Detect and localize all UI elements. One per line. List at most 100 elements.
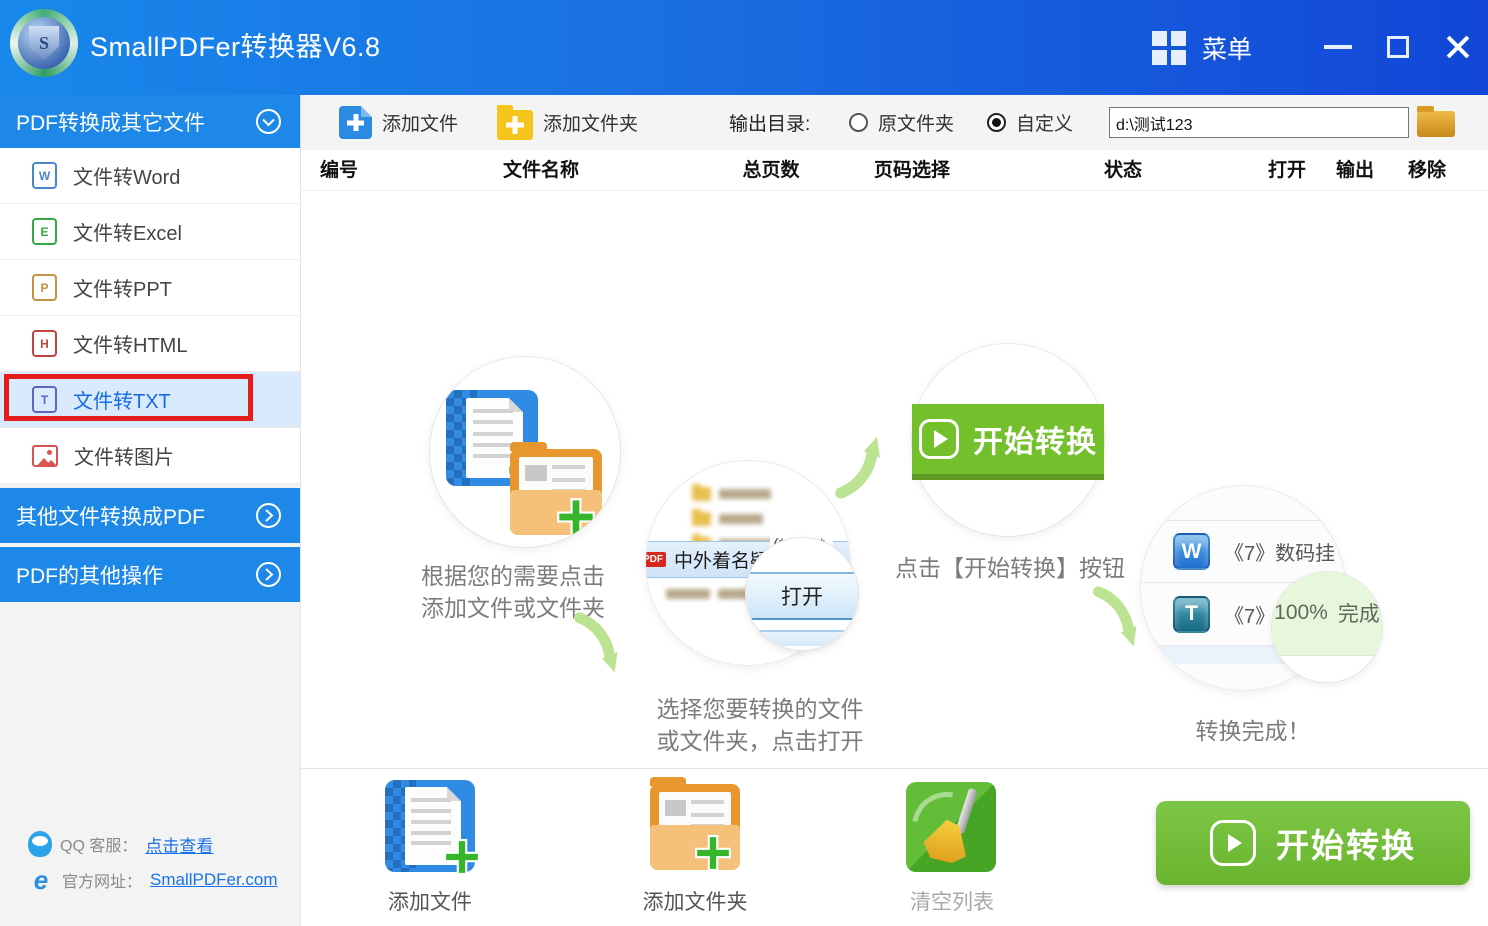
add-folder-big-icon xyxy=(510,449,602,535)
chevron-right-circle-icon xyxy=(255,561,282,588)
sidebar-item-txt[interactable]: T 文件转TXT xyxy=(0,372,300,428)
add-file-button[interactable]: 添加文件 xyxy=(339,95,458,150)
col-number: 编号 xyxy=(320,150,358,191)
sidebar-section-pdf-to-other[interactable]: PDF转换成其它文件 xyxy=(0,95,300,148)
green-plus-icon xyxy=(556,497,596,537)
sidebar-item-label: 文件转HTML xyxy=(73,329,187,358)
folder-icon xyxy=(1417,111,1455,137)
chevron-down-circle-icon xyxy=(255,108,282,135)
sidebar-item-label: 文件转TXT xyxy=(73,385,171,414)
radio-custom[interactable]: 自定义 xyxy=(987,95,1073,150)
progress-zoom-circle: 100% 完成 xyxy=(1272,572,1382,682)
app-title: SmallPDFer转换器V6.8 xyxy=(90,0,381,95)
qq-support-row: QQ 客服： 点击查看 xyxy=(28,831,213,857)
sidebar-item-label: 文件转Word xyxy=(73,161,180,190)
result-row-text: 《7》数码挂 xyxy=(1224,537,1335,566)
green-plus-icon xyxy=(443,838,481,876)
col-output: 输出 xyxy=(1336,150,1374,191)
bottom-add-folder-button[interactable] xyxy=(650,784,740,870)
word-file-icon: W xyxy=(32,162,57,189)
add-file-label: 添加文件 xyxy=(382,109,458,136)
progress-done-label: 完成 xyxy=(1338,598,1380,628)
minimize-button[interactable] xyxy=(1318,26,1358,68)
word-result-icon: W xyxy=(1173,533,1210,570)
sidebar-item-word[interactable]: W 文件转Word xyxy=(0,148,300,204)
step1-caption-line1: 根据您的需要点击 xyxy=(421,557,605,591)
green-arrow-up-right-icon xyxy=(826,424,900,500)
ie-browser-icon: e xyxy=(28,867,54,893)
green-plus-icon xyxy=(694,834,732,872)
maximize-icon xyxy=(1387,36,1409,58)
grid-icon xyxy=(1152,31,1186,65)
tutorial-step3-circle: 开始转换 xyxy=(912,344,1104,536)
app-window: S SmallPDFer转换器V6.8 菜单 PDF转换成其它文件 W 文件转W… xyxy=(0,0,1488,926)
sidebar-item-excel[interactable]: E 文件转Excel xyxy=(0,204,300,260)
progress-row: 100% 完成 xyxy=(1272,572,1382,656)
radio-original-folder[interactable]: 原文件夹 xyxy=(849,95,954,150)
close-button[interactable] xyxy=(1438,26,1478,68)
sidebar-item-html[interactable]: H 文件转HTML xyxy=(0,316,300,372)
radio-unselected-icon xyxy=(849,113,868,132)
radio-original-label: 原文件夹 xyxy=(878,109,954,136)
sidebar-item-label: 文件转PPT xyxy=(73,273,172,302)
menu-button[interactable]: 菜单 xyxy=(1152,26,1252,70)
browse-folder-button[interactable] xyxy=(1417,107,1455,137)
open-button-zoom-circle: 打开 xyxy=(746,538,858,650)
clear-list-button[interactable] xyxy=(906,782,996,872)
sidebar-item-image[interactable]: 文件转图片 xyxy=(0,428,300,484)
add-folder-button[interactable]: 添加文件夹 xyxy=(497,95,638,150)
sidebar-item-label: 文件转Excel xyxy=(73,217,182,246)
menu-label: 菜单 xyxy=(1202,30,1252,66)
bottom-add-file-button[interactable] xyxy=(385,780,475,872)
sidebar-section-label: PDF的其他操作 xyxy=(16,560,163,590)
site-link[interactable]: SmallPDFer.com xyxy=(150,870,278,890)
ppt-file-icon: P xyxy=(32,274,57,301)
maximize-button[interactable] xyxy=(1378,26,1418,68)
txt-result-icon: T xyxy=(1173,596,1210,633)
sidebar-section-label: 其他文件转换成PDF xyxy=(16,501,205,531)
sidebar: PDF转换成其它文件 W 文件转Word E 文件转Excel P 文件转PPT… xyxy=(0,95,300,926)
col-open: 打开 xyxy=(1268,150,1306,191)
toolbar: 添加文件 添加文件夹 输出目录: 原文件夹 自定义 xyxy=(300,95,1488,150)
excel-file-icon: E xyxy=(32,218,57,245)
start-convert-banner: 开始转换 xyxy=(912,404,1104,474)
sidebar-section-other-to-pdf[interactable]: 其他文件转换成PDF xyxy=(0,488,300,543)
start-convert-label: 开始转换 xyxy=(1276,819,1416,867)
step3-caption: 点击【开始转换】按钮 xyxy=(895,549,1125,583)
radio-selected-icon xyxy=(987,113,1006,132)
green-arrow-down-right-icon xyxy=(562,612,640,684)
sidebar-item-ppt[interactable]: P 文件转PPT xyxy=(0,260,300,316)
website-row: e 官方网址： SmallPDFer.com xyxy=(28,867,278,893)
sidebar-section-label: PDF转换成其它文件 xyxy=(16,107,205,137)
chevron-right-circle-icon xyxy=(255,502,282,529)
sidebar-item-label: 文件转图片 xyxy=(74,441,174,470)
qq-link[interactable]: 点击查看 xyxy=(145,832,213,857)
result-row-text: 《7》 xyxy=(1224,600,1275,629)
col-status: 状态 xyxy=(1104,150,1142,191)
progress-percent: 100% xyxy=(1274,601,1328,625)
start-convert-banner-label: 开始转换 xyxy=(973,417,1097,461)
dialog-button-strip xyxy=(746,630,858,646)
col-page-select: 页码选择 xyxy=(874,150,950,191)
play-icon xyxy=(919,419,959,459)
file-table-header: 编号 文件名称 总页数 页码选择 状态 打开 输出 移除 xyxy=(300,150,1488,191)
step2-caption-line2: 或文件夹，点击打开 xyxy=(657,722,864,756)
html-file-icon: H xyxy=(32,330,57,357)
output-path-input[interactable] xyxy=(1109,107,1409,138)
tutorial-step1-circle xyxy=(430,357,620,547)
qq-icon xyxy=(28,831,52,857)
title-bar: S SmallPDFer转换器V6.8 菜单 xyxy=(0,0,1488,95)
col-pages: 总页数 xyxy=(742,150,799,191)
output-dir-label: 输出目录: xyxy=(729,95,810,150)
add-folder-label: 添加文件夹 xyxy=(543,109,638,136)
pdf-badge-icon: PDF xyxy=(646,552,666,567)
shield-icon: S xyxy=(29,26,59,60)
minimize-icon xyxy=(1324,45,1352,49)
start-convert-button[interactable]: 开始转换 xyxy=(1156,801,1470,885)
open-button: 打开 xyxy=(746,572,858,620)
col-remove: 移除 xyxy=(1408,150,1446,191)
divider xyxy=(300,768,1488,769)
close-icon xyxy=(1444,33,1472,61)
add-folder-icon xyxy=(497,110,533,140)
sidebar-section-pdf-ops[interactable]: PDF的其他操作 xyxy=(0,547,300,602)
